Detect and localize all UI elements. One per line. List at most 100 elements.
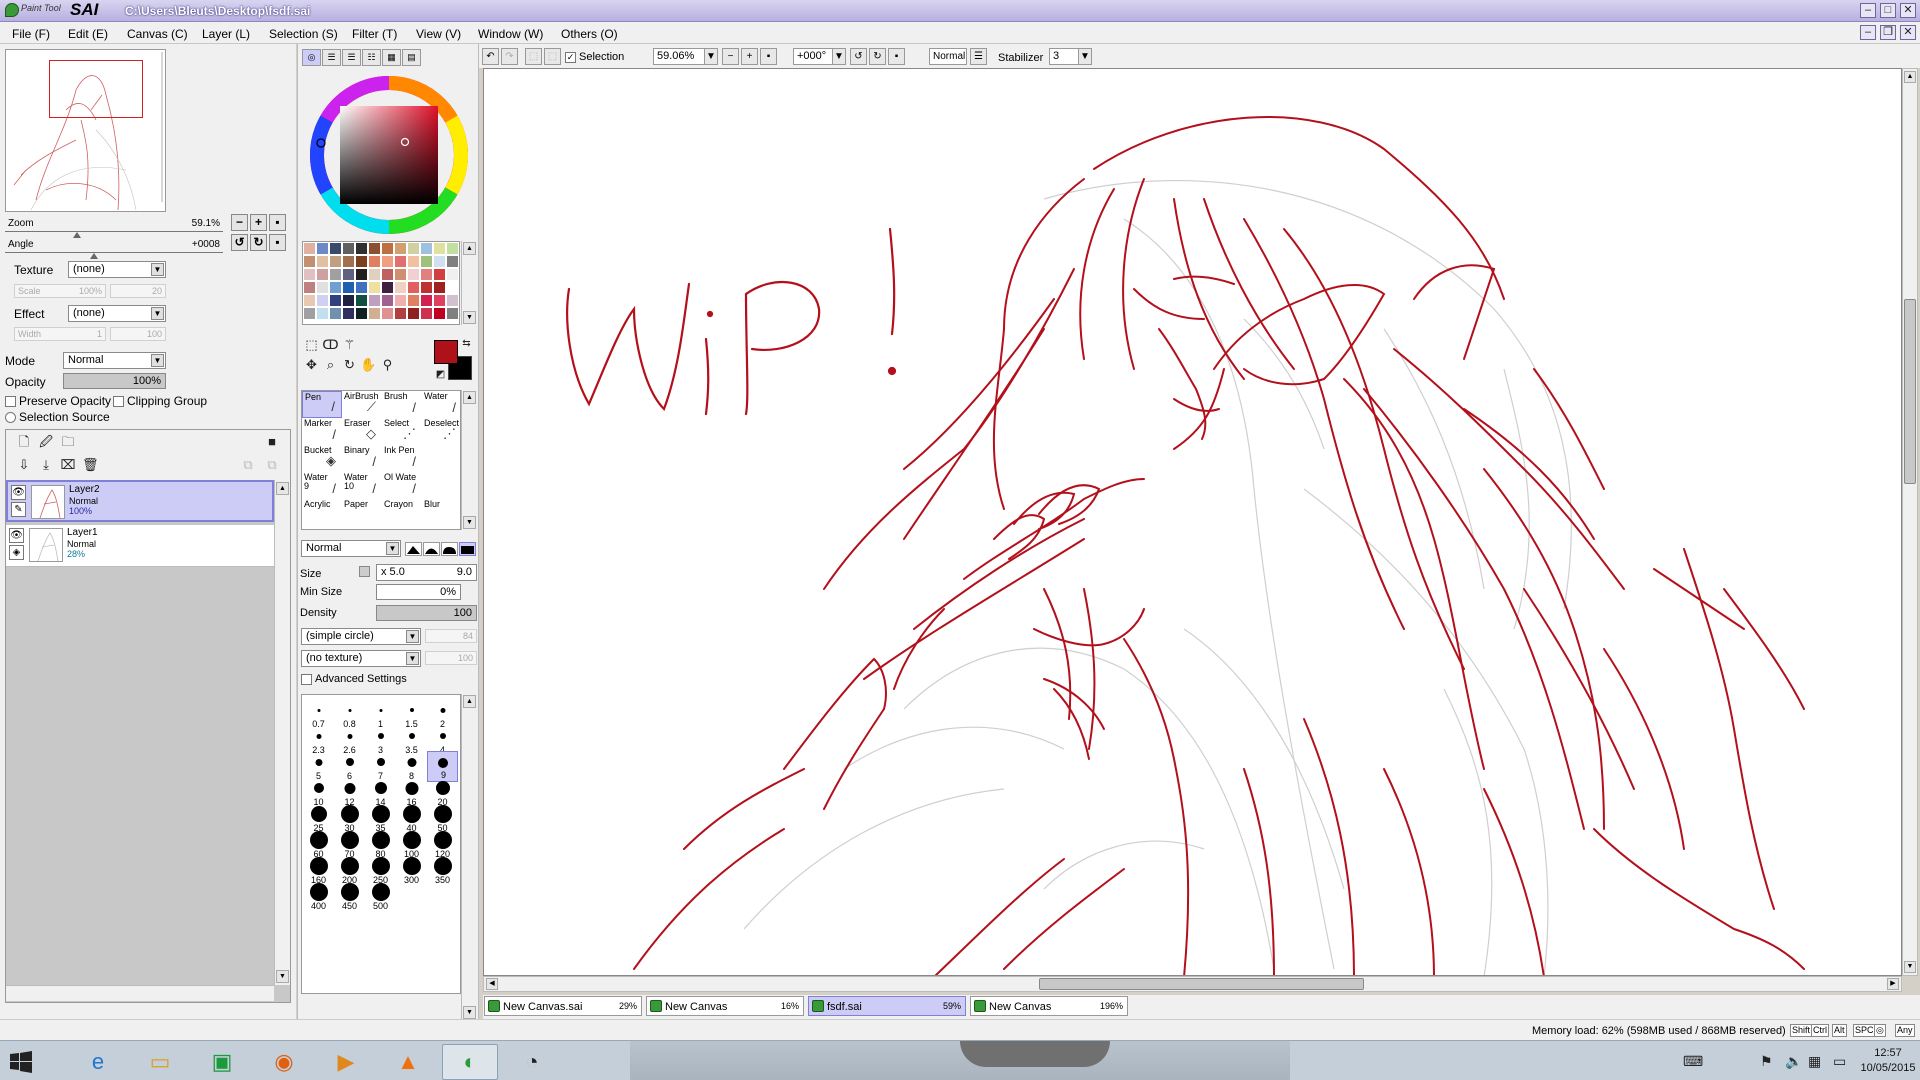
palette-swatch[interactable] — [369, 256, 381, 268]
zoom-out-button[interactable]: − — [231, 214, 248, 231]
angle-knob[interactable] — [90, 253, 99, 259]
palette-swatch[interactable] — [408, 308, 420, 320]
palette-swatch[interactable] — [330, 282, 342, 294]
rotate-ccw-btn[interactable]: ↺ — [850, 48, 867, 65]
layer-mask-icon[interactable]: ◈ — [9, 545, 24, 560]
painttool-sai-taskbar-button[interactable]: ◐ — [442, 1044, 498, 1080]
palette-swatch[interactable] — [369, 308, 381, 320]
palette-swatch[interactable] — [330, 308, 342, 320]
new-folder-icon[interactable]: 🗀 — [60, 434, 76, 450]
brush-blend-dropdown[interactable]: Normal ▼ — [301, 540, 401, 557]
brush-texture-dropdown[interactable]: (no texture) ▼ — [301, 650, 421, 667]
menu-edit[interactable]: Edit (E) — [68, 27, 108, 41]
brush-tool-brush[interactable]: Brush / — [382, 391, 422, 418]
palette-swatch[interactable] — [343, 269, 355, 281]
brush-tool-water-9[interactable]: Water 9 / — [302, 472, 342, 499]
brush-size-option[interactable]: 350 — [427, 855, 458, 886]
hand-icon[interactable]: ✋ — [360, 356, 377, 373]
palette-swatch[interactable] — [447, 308, 459, 320]
brush-shape-dropdown[interactable]: (simple circle) ▼ — [301, 628, 421, 645]
palette-swatch[interactable] — [447, 282, 459, 294]
menu-view[interactable]: View (V) — [416, 27, 461, 41]
density-slider[interactable]: 100 — [376, 605, 477, 621]
palette-swatch[interactable] — [317, 308, 329, 320]
palette-swatch[interactable] — [304, 243, 316, 255]
palette-swatch[interactable] — [434, 269, 446, 281]
texture-dropdown[interactable]: (none) ▼ — [68, 261, 166, 278]
palette-swatch[interactable] — [343, 308, 355, 320]
color-palette[interactable] — [302, 241, 460, 325]
palette-swatch[interactable] — [395, 308, 407, 320]
visibility-eye-icon[interactable]: 👁 — [11, 485, 26, 500]
palette-swatch[interactable] — [408, 243, 420, 255]
brush-tool-water-10[interactable]: Water 10 / — [342, 472, 382, 499]
scroll-down-arrow[interactable]: ▼ — [463, 311, 476, 324]
file-explorer-taskbar-button[interactable]: ▭ — [132, 1044, 188, 1080]
palette-swatch[interactable] — [434, 295, 446, 307]
layer-row[interactable]: 👁 ✎ Layer2 Normal 100% — [6, 480, 274, 522]
doc-close-button[interactable]: ✕ — [1900, 25, 1916, 40]
rotate-icon[interactable]: ↻ — [341, 356, 358, 373]
flag-icon[interactable]: ⚑ — [1760, 1053, 1773, 1070]
scroll-down-arrow[interactable]: ▼ — [463, 516, 476, 529]
palette-swatch[interactable] — [421, 308, 433, 320]
brush-tool-ol-wate[interactable]: Ol Wate / — [382, 472, 422, 499]
brush-shape-sharp[interactable] — [405, 542, 422, 556]
palette-swatch[interactable] — [356, 243, 368, 255]
store-taskbar-button[interactable]: ▣ — [194, 1044, 250, 1080]
brush-tool-airbrush[interactable]: AirBrush ⟋ — [342, 391, 382, 418]
palette-swatch[interactable] — [382, 269, 394, 281]
palette-swatch[interactable] — [317, 243, 329, 255]
size-field[interactable]: x 5.0 9.0 — [376, 564, 477, 581]
ie-taskbar-button[interactable]: e — [70, 1044, 126, 1080]
rotate-reset-btn[interactable]: ▪ — [888, 48, 905, 65]
palette-swatch[interactable] — [343, 243, 355, 255]
brush-tool-water[interactable]: Water / — [422, 391, 462, 418]
brush-tool-binary[interactable]: Binary / — [342, 445, 382, 472]
firefox-taskbar-button[interactable]: ◉ — [256, 1044, 312, 1080]
brush-tool-marker[interactable]: Marker / — [302, 418, 342, 445]
scroll-up-arrow[interactable]: ▲ — [276, 482, 289, 495]
scroll-up-arrow[interactable]: ▲ — [1904, 71, 1916, 83]
palette-swatch[interactable] — [421, 243, 433, 255]
palette-swatch[interactable] — [447, 295, 459, 307]
scroll-down-arrow[interactable]: ▼ — [276, 970, 289, 983]
brush-tool-pen[interactable]: Pen / — [302, 391, 342, 418]
palette-swatch[interactable] — [395, 269, 407, 281]
palette-swatch[interactable] — [421, 256, 433, 268]
navigator-preview[interactable] — [5, 49, 166, 212]
palette-scrollbar[interactable]: ▲ ▼ — [461, 241, 476, 325]
min-size-slider[interactable]: 0% — [376, 584, 461, 600]
palette-swatch[interactable] — [421, 269, 433, 281]
palette-swatch[interactable] — [369, 243, 381, 255]
brush-tool-crayon[interactable]: Crayon — [382, 499, 422, 515]
pen-lock-icon[interactable]: ✎ — [11, 502, 26, 517]
layer-scrollbar[interactable]: ▲ ▼ — [274, 480, 290, 985]
lasso-icon[interactable]: ↀ — [322, 336, 339, 353]
palette-swatch[interactable] — [317, 269, 329, 281]
scroll-right-arrow[interactable]: ▶ — [1887, 978, 1899, 990]
menu-window[interactable]: Window (W) — [478, 27, 543, 41]
brush-tool-blur[interactable]: Blur — [422, 499, 462, 515]
brush-tool-deselect[interactable]: Deselect ⋰ — [422, 418, 462, 445]
navigator-view-rect[interactable] — [49, 60, 143, 118]
rect-select-icon[interactable]: ⬚ — [303, 336, 320, 353]
opacity-slider[interactable]: 100% — [63, 373, 166, 389]
palette-swatch[interactable] — [343, 295, 355, 307]
document-tab[interactable]: fsdf.sai 59% — [808, 996, 966, 1016]
scroll-up-arrow[interactable]: ▲ — [463, 242, 476, 255]
clear-layer-icon[interactable]: ⌧ — [60, 457, 76, 473]
brush-size-option[interactable]: 300 — [396, 855, 427, 886]
color-wheel[interactable] — [306, 72, 472, 238]
selection-source-radio[interactable]: Selection Source — [5, 410, 110, 424]
zoom-in-btn[interactable]: + — [741, 48, 758, 65]
layer-mode-dropdown[interactable]: Normal ▼ — [63, 352, 166, 369]
angle-slider[interactable]: Angle +0008 — [5, 239, 223, 259]
zoom-fit-btn[interactable]: ▪ — [760, 48, 777, 65]
palette-swatch[interactable] — [382, 282, 394, 294]
palette-swatch[interactable] — [356, 295, 368, 307]
palette-swatch[interactable] — [395, 256, 407, 268]
zoom-icon[interactable]: ⌕ — [322, 356, 339, 373]
brush-tool-eraser[interactable]: Eraser ◇ — [342, 418, 382, 445]
maximize-button[interactable]: □ — [1880, 3, 1896, 18]
